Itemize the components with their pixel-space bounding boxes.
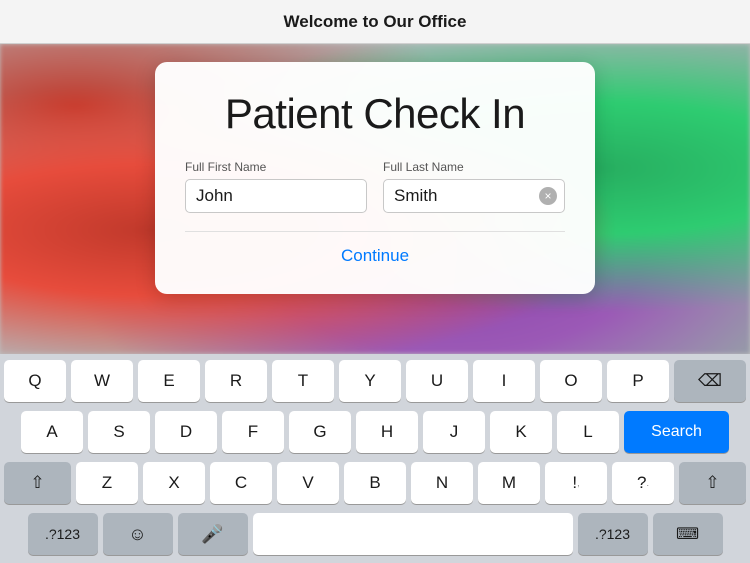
form-row: Full First Name Full Last Name × (185, 160, 565, 213)
key-d[interactable]: D (155, 411, 217, 453)
shift-left-key[interactable]: ⇧ (4, 462, 71, 504)
numbers-key-right[interactable]: .?123 (578, 513, 648, 555)
key-n[interactable]: N (411, 462, 473, 504)
key-y[interactable]: Y (339, 360, 401, 402)
key-exclaim[interactable]: !, (545, 462, 607, 504)
key-i[interactable]: I (473, 360, 535, 402)
card-title: Patient Check In (185, 90, 565, 138)
numbers-key[interactable]: .?123 (28, 513, 98, 555)
key-c[interactable]: C (210, 462, 272, 504)
checkin-card: Patient Check In Full First Name Full La… (155, 62, 595, 294)
mic-key[interactable]: 🎤 (178, 513, 248, 555)
key-w[interactable]: W (71, 360, 133, 402)
last-name-group: Full Last Name × (383, 160, 565, 213)
first-name-input[interactable] (185, 179, 367, 213)
key-j[interactable]: J (423, 411, 485, 453)
key-a[interactable]: A (21, 411, 83, 453)
key-k[interactable]: K (490, 411, 552, 453)
space-key[interactable] (253, 513, 573, 555)
first-name-input-wrapper (185, 179, 367, 213)
keyboard: Q W E R T Y U I O P ⌫ A S D F G H J K L … (0, 354, 750, 563)
keyboard-row-4: .?123 ☺ 🎤 .?123 ⌨ (4, 513, 746, 559)
keyboard-row-3: ⇧ Z X C V B N M !, ?. ⇧ (4, 462, 746, 508)
background-area: Patient Check In Full First Name Full La… (0, 44, 750, 354)
key-e[interactable]: E (138, 360, 200, 402)
keyboard-row-2: A S D F G H J K L Search (4, 411, 746, 457)
emoji-key[interactable]: ☺ (103, 513, 173, 555)
first-name-label: Full First Name (185, 160, 367, 174)
key-s[interactable]: S (88, 411, 150, 453)
key-l[interactable]: L (557, 411, 619, 453)
key-p[interactable]: P (607, 360, 669, 402)
last-name-label: Full Last Name (383, 160, 565, 174)
search-key[interactable]: Search (624, 411, 729, 453)
keyboard-hide-key[interactable]: ⌨ (653, 513, 723, 555)
key-r[interactable]: R (205, 360, 267, 402)
keyboard-row-1: Q W E R T Y U I O P ⌫ (4, 360, 746, 406)
key-g[interactable]: G (289, 411, 351, 453)
top-bar-title: Welcome to Our Office (284, 12, 467, 32)
clear-button[interactable]: × (539, 187, 557, 205)
last-name-input[interactable] (383, 179, 565, 213)
key-v[interactable]: V (277, 462, 339, 504)
backspace-key[interactable]: ⌫ (674, 360, 746, 402)
top-bar: Welcome to Our Office (0, 0, 750, 44)
continue-button[interactable]: Continue (185, 231, 565, 270)
key-h[interactable]: H (356, 411, 418, 453)
key-o[interactable]: O (540, 360, 602, 402)
key-b[interactable]: B (344, 462, 406, 504)
shift-right-key[interactable]: ⇧ (679, 462, 746, 504)
key-t[interactable]: T (272, 360, 334, 402)
key-f[interactable]: F (222, 411, 284, 453)
key-z[interactable]: Z (76, 462, 138, 504)
key-question[interactable]: ?. (612, 462, 674, 504)
key-u[interactable]: U (406, 360, 468, 402)
last-name-input-wrapper: × (383, 179, 565, 213)
first-name-group: Full First Name (185, 160, 367, 213)
key-m[interactable]: M (478, 462, 540, 504)
key-x[interactable]: X (143, 462, 205, 504)
key-q[interactable]: Q (4, 360, 66, 402)
